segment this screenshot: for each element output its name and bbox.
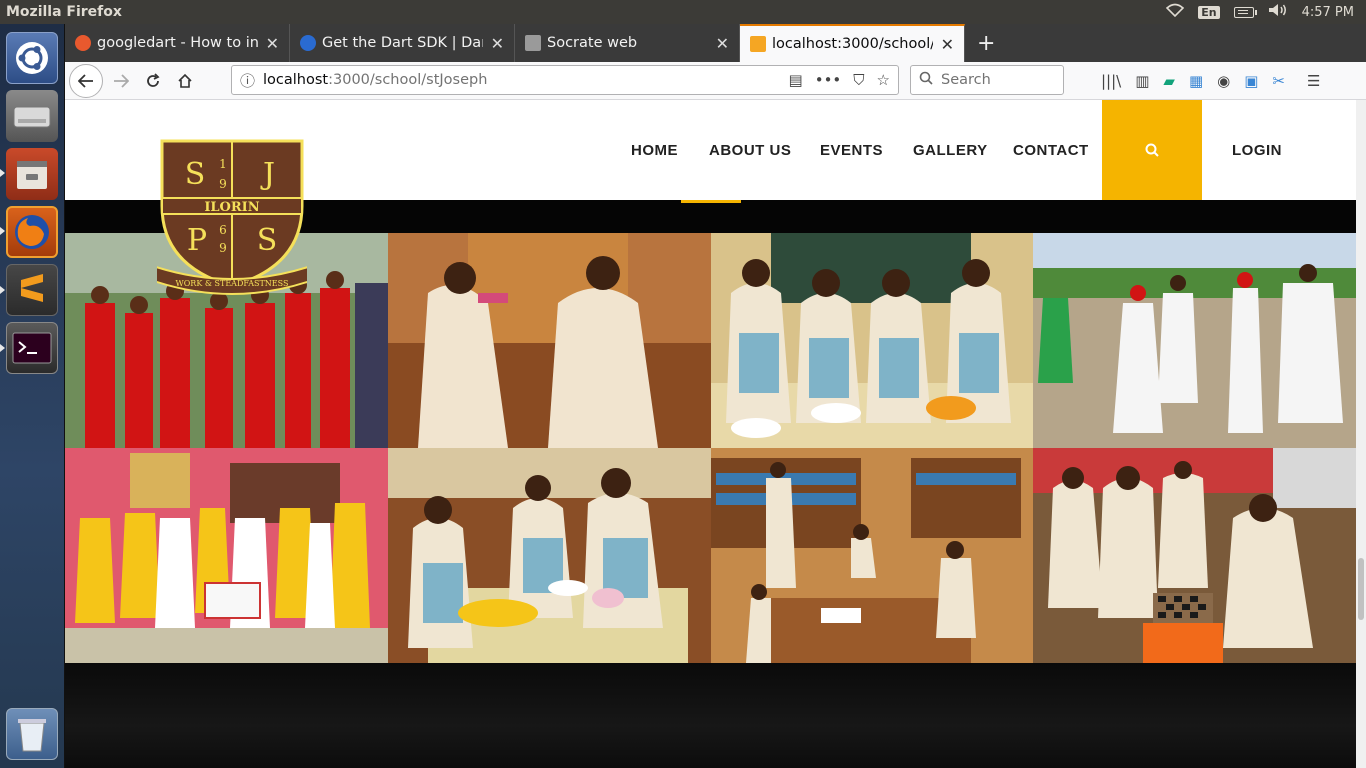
gallery-photo[interactable]	[388, 448, 711, 663]
library-icon[interactable]: |||\	[1101, 72, 1121, 90]
home-button[interactable]	[169, 65, 201, 97]
system-tray: En 4:57 PM	[1166, 3, 1366, 21]
browser-tab-strip: googledart - How to inst ✕ Get the Dart …	[65, 24, 1366, 62]
menu-icon[interactable]: ☰	[1307, 72, 1320, 90]
pocket-icon[interactable]: ⛉	[853, 71, 864, 89]
close-tab-icon[interactable]: ✕	[716, 34, 729, 53]
web-page: HOME ABOUT US EVENTS GALLERY CONTACT LOG…	[65, 100, 1356, 768]
active-nav-indicator	[681, 200, 741, 203]
gallery-photo[interactable]	[65, 448, 388, 663]
browser-tab[interactable]: Socrate web ✕	[515, 24, 740, 62]
url-host: localhost	[263, 72, 329, 88]
site-info-icon[interactable]: ⓘ	[240, 70, 255, 91]
gallery-photo[interactable]	[711, 233, 1033, 448]
dart-favicon-icon	[300, 35, 316, 51]
firefox-icon[interactable]	[6, 206, 58, 258]
crest-digit: 6	[219, 223, 227, 237]
file-manager-icon[interactable]	[6, 148, 58, 200]
running-indicator	[0, 344, 5, 352]
close-tab-icon[interactable]: ✕	[491, 34, 504, 53]
gallery-photo[interactable]	[711, 448, 1033, 663]
unity-launcher	[0, 24, 65, 768]
crest-letter: S	[185, 157, 206, 192]
gallery-photo[interactable]	[388, 233, 711, 448]
crest-letter: J	[260, 157, 275, 192]
browser-tab[interactable]: googledart - How to inst ✕	[65, 24, 290, 62]
terminal-icon[interactable]	[6, 322, 58, 374]
crest-motto: WORK & STEADFASTNESS	[176, 279, 289, 288]
tab-title: googledart - How to inst	[97, 35, 258, 51]
ask-favicon-icon	[75, 35, 91, 51]
url-text[interactable]: localhost:3000/school/stJoseph	[263, 72, 487, 88]
browser-tab-active[interactable]: localhost:3000/school/s ✕	[740, 24, 965, 62]
wifi-icon[interactable]	[1166, 3, 1185, 21]
crest-digit: 9	[219, 177, 227, 191]
nav-gallery[interactable]: GALLERY	[913, 142, 988, 159]
toolbar-icons: |||\ ▥ ▰ ▦ ◉ ▣ ✂ ☰	[1101, 62, 1320, 100]
crest-letter: P	[187, 223, 207, 258]
crest-letter: S	[257, 223, 278, 258]
bookmark-star-icon[interactable]: ☆	[877, 71, 890, 89]
extension-icon[interactable]: ▰	[1163, 72, 1175, 90]
crest-digit: 1	[219, 157, 227, 171]
search-placeholder: Search	[941, 72, 991, 88]
ubuntu-dash-icon[interactable]	[6, 32, 58, 84]
crest-band-text: ILORIN	[204, 200, 259, 215]
crest-digit: 9	[219, 241, 227, 255]
feedly-icon[interactable]: ▣	[1244, 72, 1258, 90]
page-scrollbar[interactable]	[1356, 100, 1366, 768]
forward-button[interactable]	[105, 65, 137, 97]
close-tab-icon[interactable]: ✕	[266, 34, 279, 53]
drive-icon[interactable]	[6, 90, 58, 142]
keyboard-layout-indicator[interactable]: En	[1198, 5, 1220, 19]
account-icon[interactable]: ◉	[1217, 72, 1230, 90]
reload-button[interactable]	[137, 65, 169, 97]
login-link[interactable]: LOGIN	[1232, 142, 1282, 159]
tab-title: Socrate web	[547, 35, 638, 51]
photo-gallery	[65, 233, 1356, 663]
screenshot-icon[interactable]: ✂	[1272, 72, 1285, 90]
sublime-text-icon[interactable]	[6, 264, 58, 316]
volume-icon[interactable]	[1268, 3, 1288, 21]
gallery-photo[interactable]	[1033, 233, 1356, 448]
running-indicator	[0, 227, 5, 235]
search-icon	[1145, 143, 1159, 157]
reader-view-icon[interactable]: ▤	[789, 71, 803, 89]
home-favicon-icon	[750, 36, 766, 52]
page-actions-icon[interactable]: •••	[815, 71, 842, 89]
trash-icon[interactable]	[6, 708, 58, 760]
url-path: :3000/school/stJoseph	[328, 72, 488, 88]
gallery-photo[interactable]	[1033, 448, 1356, 663]
battery-icon[interactable]	[1233, 6, 1257, 18]
nav-contact[interactable]: CONTACT	[1013, 142, 1089, 159]
sidebar-icon[interactable]: ▥	[1135, 72, 1149, 90]
page-favicon-icon	[525, 35, 541, 51]
tab-title: Get the Dart SDK | Dart	[322, 35, 483, 51]
close-tab-icon[interactable]: ✕	[941, 35, 954, 54]
address-bar[interactable]: ⓘ localhost:3000/school/stJoseph ▤ ••• ⛉…	[231, 65, 899, 95]
back-button[interactable]	[69, 63, 103, 98]
scrollbar-thumb[interactable]	[1358, 558, 1364, 620]
browser-navigation-bar: ⓘ localhost:3000/school/stJoseph ▤ ••• ⛉…	[65, 62, 1366, 100]
school-crest-logo[interactable]: S J 1 9 6 9 ILORIN P S WORK & STEADFASTN…	[145, 136, 319, 296]
system-top-panel: Mozilla Firefox En 4:57 PM	[0, 0, 1366, 24]
nav-events[interactable]: EVENTS	[820, 142, 883, 159]
new-tab-icon[interactable]: +	[965, 24, 1007, 62]
tab-title: localhost:3000/school/s	[772, 36, 933, 52]
search-icon	[919, 71, 933, 89]
nav-about-us[interactable]: ABOUT US	[709, 142, 791, 159]
search-field[interactable]: Search	[910, 65, 1064, 95]
running-indicator	[0, 286, 5, 294]
nav-home[interactable]: HOME	[631, 142, 678, 159]
calculator-icon[interactable]: ▦	[1189, 72, 1203, 90]
running-indicator	[0, 169, 5, 177]
dark-footer-section	[65, 663, 1356, 768]
clock[interactable]: 4:57 PM	[1302, 5, 1354, 20]
browser-tab[interactable]: Get the Dart SDK | Dart ✕	[290, 24, 515, 62]
window-title: Mozilla Firefox	[6, 4, 122, 20]
site-search-button[interactable]	[1102, 100, 1202, 200]
